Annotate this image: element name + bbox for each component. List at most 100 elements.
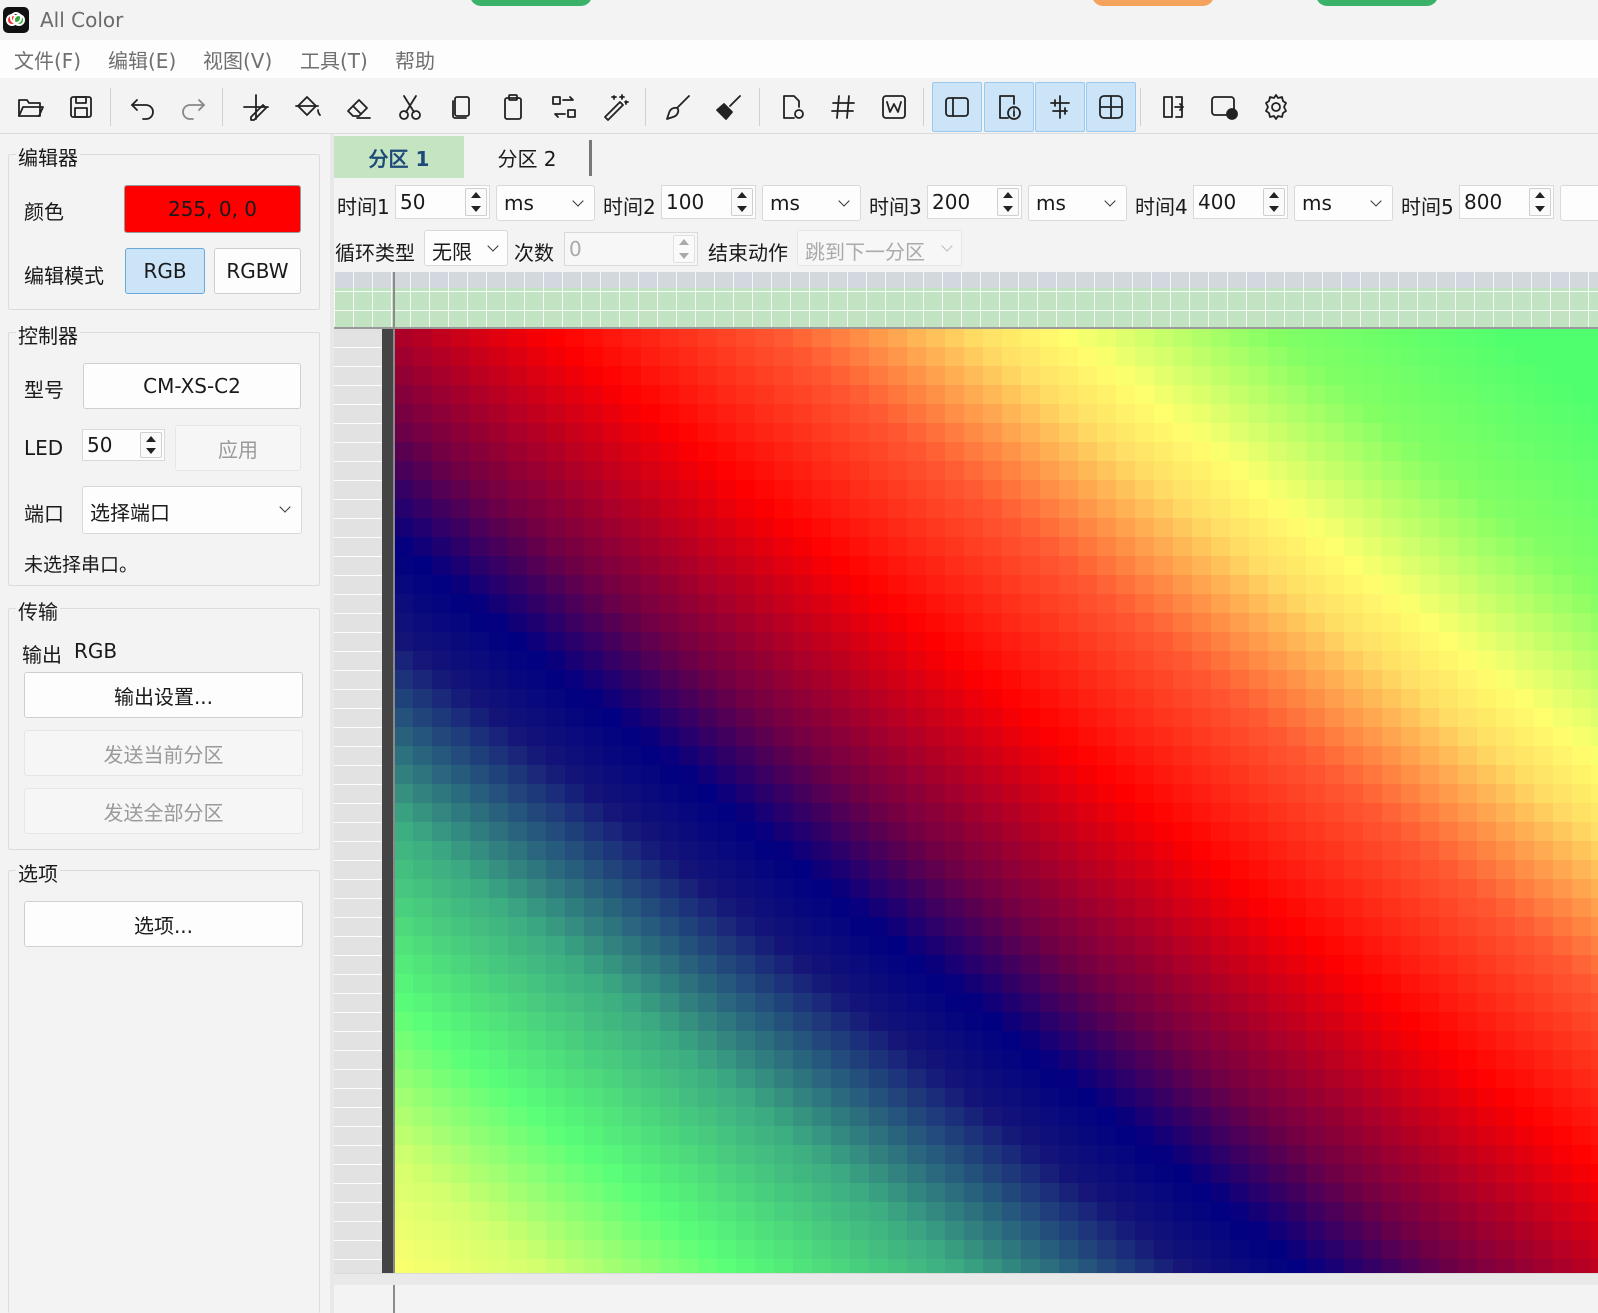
playhead-line[interactable]	[393, 272, 395, 1313]
horizontal-scrollbar[interactable]	[334, 1273, 1598, 1285]
spin-arrows[interactable]	[1529, 188, 1551, 216]
tab-divider	[589, 140, 592, 176]
align-icon	[1050, 95, 1070, 119]
model-button[interactable]: CM-XS-C2	[83, 363, 301, 409]
spin-arrows[interactable]	[140, 432, 162, 458]
transfer-group-title: 传输	[16, 596, 60, 625]
fill-tool-button[interactable]	[282, 82, 332, 132]
draw-tool-button[interactable]	[231, 82, 281, 132]
spin-arrows[interactable]	[465, 188, 487, 216]
eraser-icon	[347, 99, 371, 119]
preview-button[interactable]	[1199, 82, 1249, 132]
time2-spinbox[interactable]: 100	[661, 185, 756, 219]
output-settings-button[interactable]: 输出设置...	[24, 672, 303, 718]
controller-group-title: 控制器	[16, 320, 80, 349]
time1-unit-select[interactable]: ms	[496, 185, 595, 221]
page-settings-icon	[783, 95, 804, 119]
time3-unit-select[interactable]: ms	[1028, 185, 1127, 221]
output-label: 输出	[22, 643, 62, 667]
broom-icon	[716, 95, 741, 120]
copy-icon	[452, 96, 470, 119]
w-channel-button[interactable]	[869, 82, 919, 132]
menu-view[interactable]: 视图(V)	[203, 45, 272, 74]
loop-type-select[interactable]: 无限	[424, 230, 508, 266]
end-action-select[interactable]: 跳到下一分区	[797, 230, 962, 266]
time4-spinbox[interactable]: 400	[1193, 185, 1288, 219]
chevron-down-icon	[838, 195, 850, 207]
apply-button[interactable]: 应用	[175, 425, 301, 471]
led-count-spinbox[interactable]: 50	[82, 429, 165, 461]
led-count-value: 50	[87, 433, 113, 457]
toggle-align-button[interactable]	[1035, 82, 1085, 132]
eraser-tool-button[interactable]	[333, 82, 383, 132]
spin-arrows[interactable]	[1263, 188, 1285, 216]
time1-unit: ms	[504, 191, 534, 215]
toggle-left-panel-button[interactable]	[932, 82, 982, 132]
undo-button[interactable]	[118, 82, 168, 132]
time2-unit: ms	[770, 191, 800, 215]
clear-button[interactable]	[704, 82, 754, 132]
loop-count-spinbox[interactable]: 0	[564, 232, 698, 266]
port-value: 选择端口	[90, 501, 170, 525]
hash-grid-icon	[831, 95, 855, 119]
menu-help[interactable]: 帮助	[395, 45, 435, 74]
timing-row: 时间1 50 ms 时间2 100 ms 时间3 200 ms 时间4 400 …	[334, 180, 1598, 226]
copy-button[interactable]	[436, 82, 486, 132]
export-button[interactable]	[1148, 82, 1198, 132]
time2-unit-select[interactable]: ms	[762, 185, 861, 221]
menu-file[interactable]: 文件(F)	[14, 45, 81, 74]
redo-icon	[182, 99, 205, 120]
time5-label: 时间5	[1401, 195, 1454, 219]
mode-rgb-button[interactable]: RGB	[125, 248, 205, 294]
tab-section-2[interactable]: 分区 2	[464, 136, 590, 178]
app-logo-icon	[3, 7, 29, 33]
page-settings-button[interactable]	[767, 82, 817, 132]
paste-icon	[504, 94, 522, 120]
paste-button[interactable]	[488, 82, 538, 132]
settings-button[interactable]	[1251, 82, 1301, 132]
grid-number-button[interactable]	[818, 82, 868, 132]
menu-tools[interactable]: 工具(T)	[300, 45, 368, 74]
magic-wand-button[interactable]	[590, 82, 640, 132]
loop-count-value: 0	[569, 237, 582, 261]
tab-section-1[interactable]: 分区 1	[334, 136, 464, 178]
send-all-button[interactable]: 发送全部分区	[24, 788, 303, 834]
redo-button[interactable]	[168, 82, 218, 132]
brush-button[interactable]	[653, 82, 703, 132]
pixel-grid-canvas[interactable]	[394, 328, 1598, 1273]
color-label: 颜色	[24, 200, 64, 224]
time5-spinbox[interactable]: 800	[1459, 185, 1554, 219]
save-button[interactable]	[56, 82, 106, 132]
cut-button[interactable]	[385, 82, 435, 132]
time5-unit-select[interactable]	[1560, 185, 1598, 221]
mode-rgbw-button[interactable]: RGBW	[214, 248, 301, 294]
spin-arrows[interactable]	[731, 188, 753, 216]
chevron-down-icon	[941, 240, 953, 252]
open-folder-icon	[18, 99, 44, 117]
panel-left-icon	[945, 97, 969, 117]
w-box-icon	[882, 95, 906, 119]
color-swatch-button[interactable]: 255, 0, 0	[124, 185, 301, 233]
options-button[interactable]: 选项...	[24, 901, 303, 947]
menu-edit[interactable]: 编辑(E)	[108, 45, 176, 74]
time1-spinbox[interactable]: 50	[395, 185, 490, 219]
time1-value: 50	[400, 190, 426, 214]
time5-value: 800	[1464, 190, 1503, 214]
swap-button[interactable]	[539, 82, 589, 132]
spin-arrows[interactable]	[997, 188, 1019, 216]
info-page-icon	[999, 95, 1021, 120]
grid-view-icon	[1099, 95, 1123, 119]
port-select[interactable]: 选择端口	[82, 486, 302, 534]
cut-icon	[399, 95, 421, 120]
send-current-button[interactable]: 发送当前分区	[24, 730, 303, 776]
chevron-down-icon	[1104, 195, 1116, 207]
spin-arrows[interactable]	[673, 235, 695, 263]
toggle-grid-button[interactable]	[1086, 82, 1136, 132]
options-group-title: 选项	[16, 858, 60, 887]
pixel-gradient[interactable]	[394, 328, 1598, 1273]
time3-spinbox[interactable]: 200	[927, 185, 1022, 219]
open-button[interactable]	[5, 82, 55, 132]
toggle-info-button[interactable]	[984, 82, 1034, 132]
time4-unit-select[interactable]: ms	[1294, 185, 1393, 221]
chevron-down-icon	[572, 195, 584, 207]
